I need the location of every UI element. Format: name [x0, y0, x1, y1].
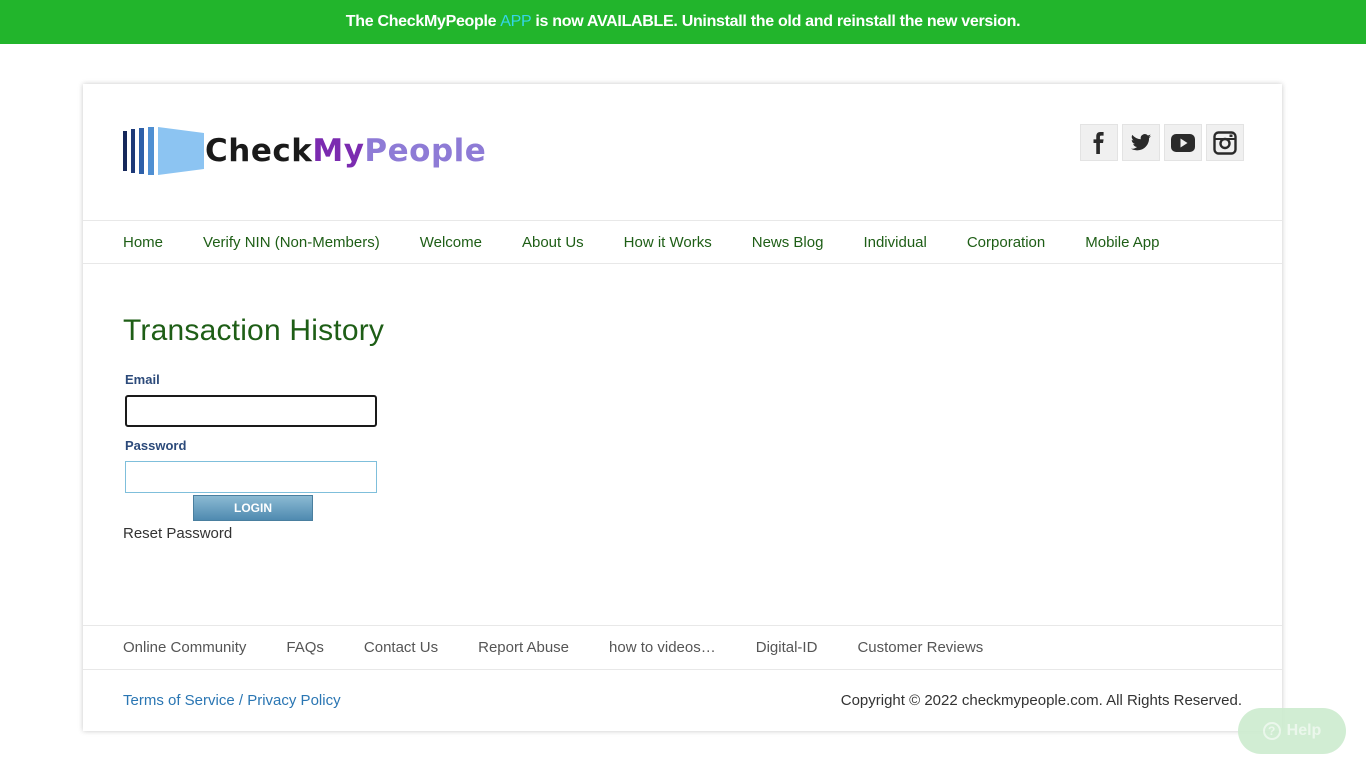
twitter-icon: [1130, 133, 1152, 150]
nav-item-corporation[interactable]: Corporation: [967, 234, 1045, 251]
footer-link-digital-id[interactable]: Digital-ID: [756, 639, 818, 656]
footer-link-online-community[interactable]: Online Community: [123, 639, 246, 656]
footer-link-customer-reviews[interactable]: Customer Reviews: [857, 639, 983, 656]
login-button[interactable]: LOGIN: [193, 495, 313, 521]
instagram-button[interactable]: [1206, 124, 1244, 161]
twitter-button[interactable]: [1122, 124, 1160, 161]
footer-nav: Online Community FAQs Contact Us Report …: [83, 625, 1282, 670]
help-question-icon: ?: [1262, 722, 1281, 740]
page-card: CheckMyPeople Home Verify NIN (Non-Membe…: [83, 84, 1282, 731]
nav-item-welcome[interactable]: Welcome: [420, 234, 482, 251]
nav-item-news-blog[interactable]: News Blog: [752, 234, 824, 251]
terms-of-service-link[interactable]: Terms of Service: [123, 692, 235, 709]
facebook-icon: [1093, 131, 1104, 154]
help-button[interactable]: ? Help: [1238, 708, 1346, 754]
nav-item-verify-nin[interactable]: Verify NIN (Non-Members): [203, 234, 380, 251]
help-label: Help: [1286, 722, 1322, 739]
email-label: Email: [125, 372, 160, 387]
footer-link-how-to-videos[interactable]: how to videos…: [609, 639, 716, 656]
email-field[interactable]: [125, 395, 377, 427]
youtube-icon: [1171, 133, 1195, 152]
privacy-policy-link[interactable]: Privacy Policy: [247, 692, 340, 709]
social-links: [1080, 124, 1244, 161]
nav-item-how-it-works[interactable]: How it Works: [624, 234, 712, 251]
nav-item-home[interactable]: Home: [123, 234, 163, 251]
legal-separator: /: [234, 692, 248, 709]
nav-item-individual[interactable]: Individual: [863, 234, 926, 251]
facebook-button[interactable]: [1080, 124, 1118, 161]
password-field[interactable]: [125, 461, 377, 493]
banner-text-start: The CheckMyPeople: [345, 13, 497, 30]
nav-item-about-us[interactable]: About Us: [522, 234, 584, 251]
announcement-banner: The CheckMyPeople APP is now AVAILABLE. …: [0, 0, 1366, 44]
legal-links: Terms of Service / Privacy Policy: [123, 692, 341, 709]
banner-app-highlight: APP: [500, 13, 532, 30]
site-logo[interactable]: CheckMyPeople: [123, 127, 493, 177]
reset-password-link[interactable]: Reset Password: [123, 525, 232, 542]
banner-text-end: is now AVAILABLE. Uninstall the old and …: [535, 13, 1021, 30]
instagram-icon: [1213, 130, 1237, 155]
main-nav: Home Verify NIN (Non-Members) Welcome Ab…: [83, 220, 1282, 264]
page-title: Transaction History: [123, 314, 385, 347]
footer-link-report-abuse[interactable]: Report Abuse: [478, 639, 569, 656]
password-label: Password: [125, 438, 187, 453]
youtube-button[interactable]: [1164, 124, 1202, 161]
footer-link-contact-us[interactable]: Contact Us: [364, 639, 438, 656]
nav-item-mobile-app[interactable]: Mobile App: [1085, 234, 1159, 251]
logo-wordmark: CheckMyPeople: [205, 133, 487, 169]
logo-mark-icon: [123, 127, 204, 175]
footer-link-faqs[interactable]: FAQs: [286, 639, 324, 656]
copyright-text: Copyright © 2022 checkmypeople.com. All …: [840, 692, 1242, 709]
